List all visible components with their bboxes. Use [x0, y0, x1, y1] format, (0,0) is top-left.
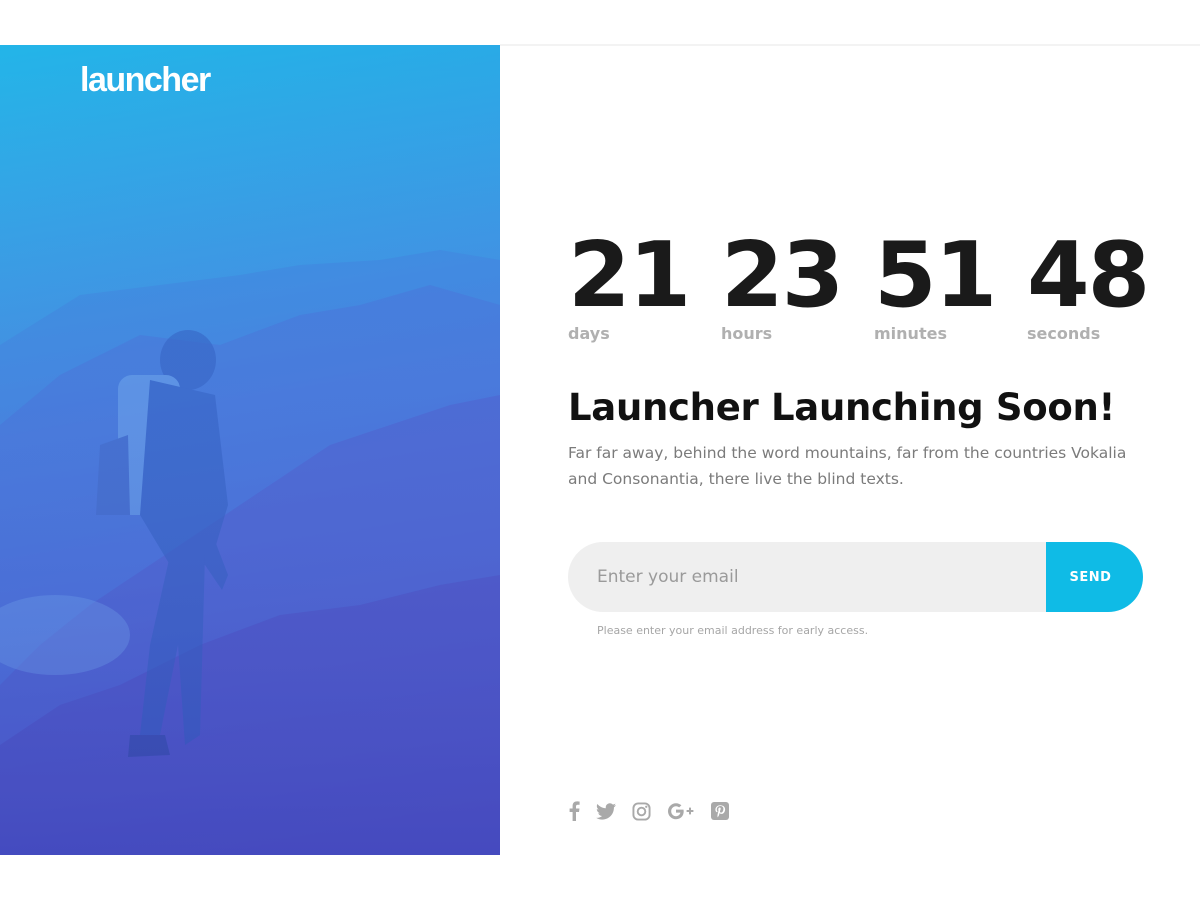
email-field[interactable]: [568, 542, 1046, 612]
page-description: Far far away, behind the word mountains,…: [568, 444, 1127, 488]
countdown-value: 51: [874, 223, 997, 328]
countdown-value: 21: [568, 223, 691, 328]
facebook-icon[interactable]: [568, 800, 580, 822]
page: launcher 21 days 23 hours 51 minutes 48 …: [0, 0, 1200, 900]
hero-image-panel: launcher: [0, 45, 500, 855]
countdown-seconds: 48 seconds: [1027, 223, 1180, 344]
countdown-label: seconds: [1027, 324, 1101, 343]
twitter-icon[interactable]: [596, 800, 616, 822]
main-content: 21 days 23 hours 51 minutes 48 seconds L…: [568, 0, 1168, 900]
countdown-label: hours: [721, 324, 773, 343]
countdown-hours: 23 hours: [721, 223, 874, 344]
countdown-timer: 21 days 23 hours 51 minutes 48 seconds: [568, 223, 1180, 344]
email-hint: Please enter your email address for earl…: [597, 624, 869, 637]
countdown-minutes: 51 minutes: [874, 223, 1027, 344]
brand-logo[interactable]: launcher: [80, 63, 211, 97]
countdown-value: 48: [1027, 223, 1150, 328]
page-title: Launcher Launching Soon!: [568, 386, 1116, 429]
social-links: [568, 800, 745, 822]
countdown-label: minutes: [874, 324, 947, 343]
countdown-days: 21 days: [568, 223, 721, 344]
countdown-label: days: [568, 324, 610, 343]
google-plus-icon[interactable]: [667, 800, 695, 822]
send-button[interactable]: SEND: [1046, 542, 1143, 612]
hiker-photo-illustration: [0, 45, 500, 855]
pinterest-icon[interactable]: [711, 800, 729, 822]
instagram-icon[interactable]: [632, 800, 651, 822]
countdown-value: 23: [721, 223, 844, 328]
subscribe-form: SEND: [568, 542, 1143, 612]
